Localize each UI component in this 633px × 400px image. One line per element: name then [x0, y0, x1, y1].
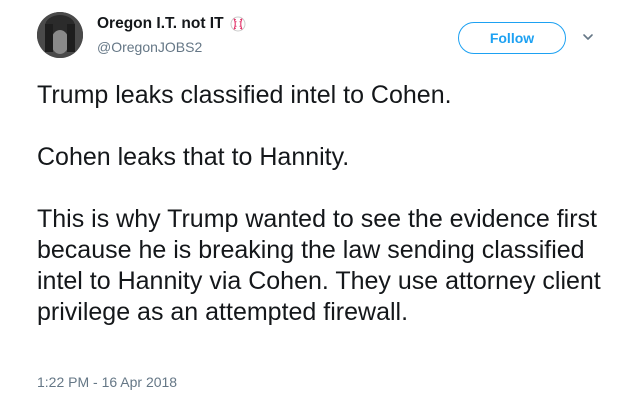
- tweet-paragraph: Cohen leaks that to Hannity.: [37, 143, 350, 171]
- author-name[interactable]: Oregon I.T. not IT: [97, 15, 246, 33]
- tweet-paragraph: Trump leaks classified intel to Cohen.: [37, 81, 452, 109]
- tweet-timestamp[interactable]: 1:22 PM - 16 Apr 2018: [37, 374, 177, 390]
- chevron-down-icon[interactable]: [581, 30, 595, 44]
- author-handle[interactable]: @OregonJOBS2: [97, 39, 202, 55]
- author-name-text[interactable]: Oregon I.T. not IT: [97, 15, 224, 33]
- baseball-icon: [230, 16, 246, 32]
- tweet-text: Trump leaks classified intel to Cohen. C…: [37, 80, 617, 328]
- follow-button[interactable]: Follow: [458, 22, 566, 54]
- avatar[interactable]: [37, 12, 83, 58]
- tweet-paragraph: This is why Trump wanted to see the evid…: [37, 205, 601, 326]
